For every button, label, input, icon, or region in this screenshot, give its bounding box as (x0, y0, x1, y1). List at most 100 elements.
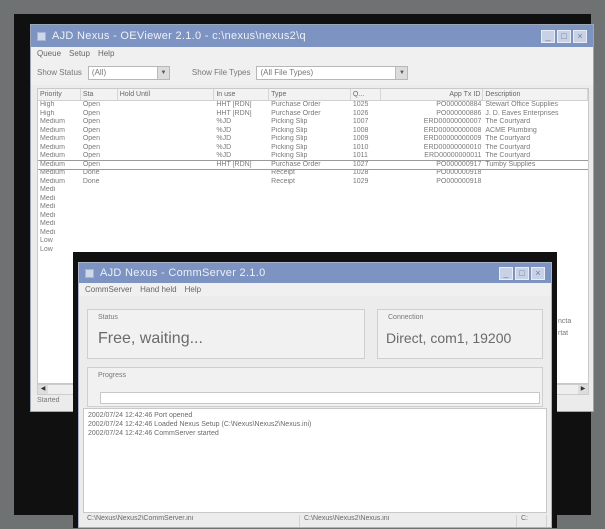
table-cell: J. D. Eaves Enterprises (485, 109, 559, 117)
maximize-icon[interactable]: □ (557, 29, 571, 43)
table-row[interactable]: Medi (38, 220, 588, 229)
status-value: Free, waiting... (98, 330, 203, 347)
maximize-icon[interactable]: □ (515, 266, 529, 280)
table-row[interactable]: Medi (38, 186, 588, 195)
table-row[interactable]: High Open HHT [RDN] Purchase Order 1025 PO000… (38, 101, 588, 110)
scroll-right-icon[interactable]: ▶ (578, 385, 588, 394)
table-cell: Done (82, 177, 100, 185)
column-header[interactable]: App Tx ID (381, 89, 484, 100)
table-row[interactable]: Medium Open %JD Picking Slip 1008 ERD00000000… (38, 127, 588, 136)
table-cell: Open (82, 135, 100, 142)
table-row[interactable]: Medium Open %JD Picking Slip 1011 ERD00000000… (38, 152, 588, 161)
table-header: Priority Sta Hold Until In use Type Q... App T… (38, 89, 588, 101)
table-cell (269, 212, 351, 221)
table-cell: Low (40, 237, 53, 244)
close-icon[interactable]: × (531, 266, 545, 280)
column-header[interactable]: Type (269, 89, 351, 100)
commserver-titlebar[interactable]: AJD Nexus - CommServer 2.1.0 _ □ × (79, 263, 551, 283)
menu-handheld[interactable]: Hand held (140, 285, 176, 294)
table-row[interactable]: Medium Open HHT [RDN] Purchase Order 1027 PO0… (38, 159, 588, 170)
table-row[interactable]: Medi (38, 195, 588, 204)
menu-help[interactable]: Help (185, 285, 201, 294)
show-status-label: Show Status (37, 68, 82, 77)
menu-setup[interactable]: Setup (69, 49, 90, 58)
table-cell: Open (82, 101, 100, 108)
table-cell: %JD (216, 143, 232, 151)
table-cell (214, 237, 269, 246)
column-header[interactable]: Q... (351, 89, 381, 100)
table-cell: Picking Slip (271, 152, 308, 159)
table-row[interactable]: Medi (38, 203, 588, 212)
log-list[interactable]: 2002/07/24 12:42:46 Port opened 2002/07/2… (83, 408, 547, 513)
table-row[interactable]: Medi (38, 229, 588, 238)
log-line: 2002/07/24 12:42:46 Loaded Nexus Setup (… (88, 421, 312, 428)
oeviewer-titlebar[interactable]: AJD Nexus - OEViewer 2.1.0 - c:\nexus\ne… (31, 25, 593, 47)
table-cell (381, 212, 484, 221)
table-cell (269, 237, 351, 246)
column-header[interactable]: Hold Until (118, 89, 215, 100)
table-cell: The Courtyard (485, 143, 531, 151)
table-cell (351, 203, 381, 212)
table-row[interactable]: Medium Done Receipt 1029 PO000000918 (38, 178, 588, 187)
dropdown-arrow-icon[interactable]: ▼ (395, 66, 408, 79)
menu-commserver[interactable]: CommServer (85, 285, 132, 294)
table-cell (381, 186, 484, 195)
table-cell (351, 220, 381, 229)
table-row[interactable]: Medium Open %JD Picking Slip 1010 ERD00000000… (38, 144, 588, 153)
table-cell: HHT [RDN] (216, 109, 252, 117)
minimize-icon[interactable]: _ (541, 29, 555, 43)
dropdown-arrow-icon[interactable]: ▼ (156, 66, 169, 79)
table-cell (351, 229, 381, 238)
table-cell (81, 220, 118, 229)
menu-help[interactable]: Help (98, 49, 114, 58)
table-cell (118, 118, 215, 127)
app-icon (85, 268, 94, 278)
close-icon[interactable]: × (573, 29, 587, 43)
column-header[interactable]: In use (214, 89, 270, 100)
table-cell: Open (82, 160, 100, 168)
status-select[interactable]: (All) ▼ (87, 65, 170, 80)
menu-queue[interactable]: Queue (37, 49, 61, 58)
table-cell: 1008 (352, 126, 369, 134)
table-cell: Picking Slip (271, 143, 308, 151)
column-header[interactable]: Priority (38, 89, 81, 100)
status-panel: Status Free, waiting... (87, 309, 365, 359)
table-row[interactable]: Medium Open %JD Picking Slip 1007 ERD00000000… (38, 118, 588, 127)
menubar: CommServer Hand held Help (79, 283, 551, 296)
table-cell (81, 186, 118, 195)
table-cell (483, 169, 588, 178)
table-cell: Medi (40, 228, 56, 236)
table-cell (118, 110, 215, 119)
filetypes-select[interactable]: (All File Types) ▼ (256, 65, 409, 80)
table-cell: %JD (216, 135, 232, 142)
table-cell (118, 169, 215, 178)
table-cell (81, 229, 118, 238)
table-cell: Medi (40, 203, 56, 210)
table-cell: Medi (40, 194, 56, 202)
scroll-left-icon[interactable]: ◀ (38, 385, 48, 394)
table-cell: 1029 (352, 177, 369, 185)
table-cell (118, 161, 215, 170)
table-cell: 1011 (352, 152, 368, 159)
table-row[interactable]: Low (38, 237, 588, 246)
column-header[interactable]: Sta (81, 89, 118, 100)
minimize-icon[interactable]: _ (499, 266, 513, 280)
table-cell: Medium (40, 169, 65, 176)
table-cell (269, 186, 351, 195)
progress-bar (100, 392, 540, 404)
table-cell: Medium (40, 152, 65, 159)
table-row[interactable]: Medium Done Receipt 1028 PO000000918 (38, 169, 588, 178)
table-cell (118, 186, 215, 195)
table-cell: Medium (40, 160, 65, 168)
table-row[interactable]: Medium Open %JD Picking Slip 1009 ERD00000000… (38, 135, 588, 144)
table-row[interactable]: Medi (38, 212, 588, 221)
table-cell: The Courtyard (485, 118, 531, 125)
connection-value: Direct, com1, 19200 (386, 330, 512, 346)
table-cell: 1028 (352, 169, 369, 176)
status-label: Status (98, 314, 118, 321)
table-cell (483, 195, 588, 204)
table-cell: %JD (216, 126, 232, 134)
column-header[interactable]: Description (483, 89, 588, 100)
table-row[interactable]: High Open HHT [RDN] Purchase Order 1026 PO000… (38, 110, 588, 119)
table-cell (381, 195, 484, 204)
